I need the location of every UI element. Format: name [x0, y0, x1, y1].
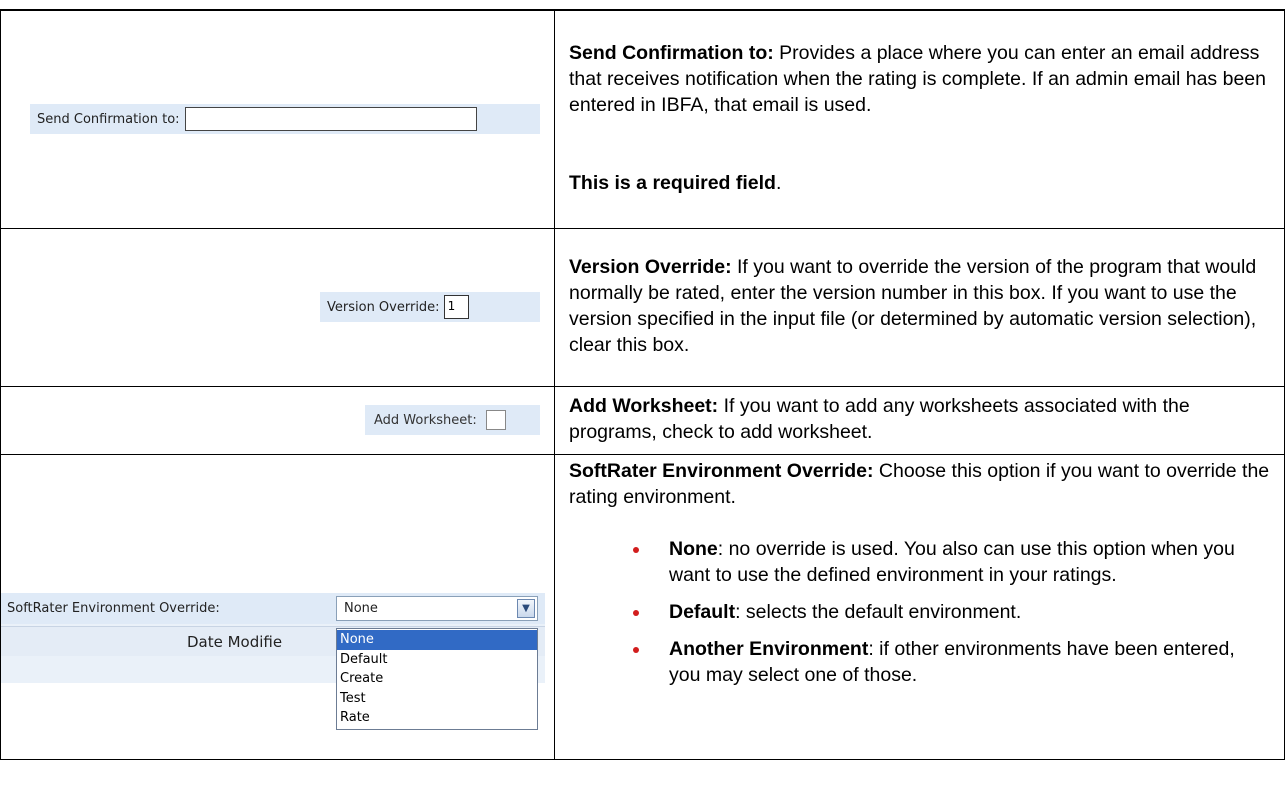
list-item: None: no override is used. You also can … — [633, 536, 1270, 588]
list-item: Default: selects the default environment… — [633, 599, 1270, 625]
option-text: : no override is used. You also can use … — [669, 537, 1235, 586]
description-cell: Add Worksheet: If you want to add any wo… — [554, 385, 1285, 455]
description-cell: SoftRater Environment Override: Choose t… — [554, 453, 1285, 760]
table-row: Version Override: 1 Version Override: If… — [0, 227, 1285, 387]
table-row: SoftRater Environment Override: None ▼ D… — [0, 453, 1285, 760]
option-term: Another Environment — [669, 637, 869, 660]
option-term: None — [669, 537, 718, 560]
dropdown-option[interactable]: Test — [337, 689, 537, 709]
option-term: Default — [669, 600, 736, 623]
add-worksheet-snippet: Add Worksheet: — [365, 405, 540, 435]
version-override-input[interactable]: 1 — [443, 295, 469, 319]
environment-dropdown-list: None Default Create Test Rate — [336, 628, 538, 730]
version-override-label: Version Override: — [327, 299, 440, 315]
field-term: Send Confirmation to: — [569, 41, 774, 64]
chevron-down-icon[interactable]: ▼ — [517, 599, 535, 618]
description-cell: Send Confirmation to: Provides a place w… — [554, 9, 1285, 229]
dropdown-option[interactable]: None — [337, 630, 537, 650]
send-confirmation-snippet: Send Confirmation to: — [30, 104, 540, 135]
option-list: None: no override is used. You also can … — [633, 536, 1270, 688]
screenshot-cell: Send Confirmation to: — [0, 9, 555, 229]
option-text: : selects the default environment. — [735, 600, 1022, 623]
dropdown-option[interactable]: Create — [337, 669, 537, 689]
field-term: SoftRater Environment Override: — [569, 459, 874, 482]
list-item: Another Environment: if other environmen… — [633, 636, 1270, 688]
version-override-snippet: Version Override: 1 — [320, 292, 540, 322]
screenshot-cell: SoftRater Environment Override: None ▼ D… — [0, 453, 555, 760]
field-term: Add Worksheet: — [569, 394, 719, 417]
description-cell: Version Override: If you want to overrid… — [554, 227, 1285, 387]
environment-override-label: SoftRater Environment Override: — [7, 601, 220, 616]
send-confirmation-input[interactable] — [184, 107, 477, 132]
add-worksheet-label: Add Worksheet: — [374, 412, 477, 428]
dropdown-option[interactable]: Default — [337, 650, 537, 670]
environment-override-select[interactable]: None ▼ — [336, 596, 538, 621]
send-confirmation-label: Send Confirmation to: — [37, 111, 180, 127]
environment-override-snippet: SoftRater Environment Override: None ▼ D… — [1, 593, 545, 730]
dropdown-option[interactable]: Rate — [337, 708, 537, 728]
screenshot-cell: Version Override: 1 — [0, 227, 555, 387]
table-row: Add Worksheet: Add Worksheet: If you wan… — [0, 385, 1285, 455]
table-row: Send Confirmation to: Send Confirmation … — [0, 9, 1285, 229]
environment-selected-value: None — [344, 601, 378, 616]
field-term: Version Override: — [569, 255, 732, 278]
required-note: This is a required field — [569, 171, 776, 194]
add-worksheet-checkbox[interactable] — [485, 410, 506, 430]
field-description-table: Send Confirmation to: Send Confirmation … — [0, 9, 1285, 760]
date-modified-header: Date Modifie — [187, 633, 283, 651]
screenshot-cell: Add Worksheet: — [0, 385, 555, 455]
